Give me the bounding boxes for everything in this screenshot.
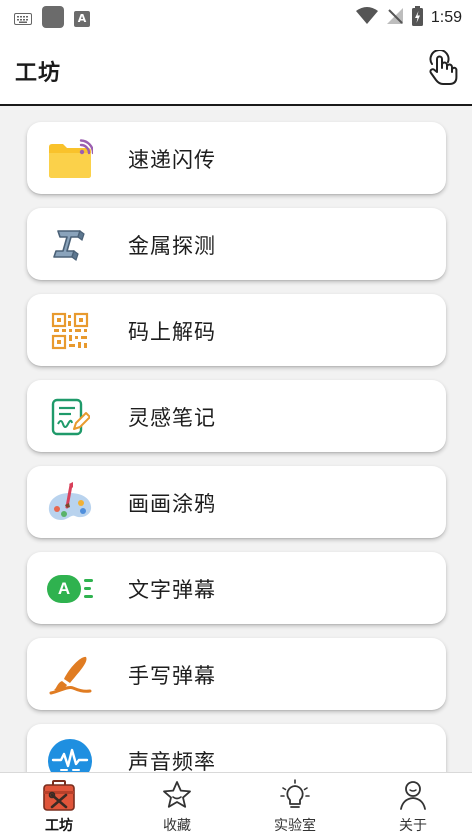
tool-label: 码上解码 (128, 320, 216, 344)
status-bar: A 1:59 (0, 0, 472, 34)
tool-label: 金属探测 (128, 234, 216, 258)
tool-card-handwriting-barrage[interactable]: 手写弹幕 (27, 638, 446, 710)
tool-card-text-barrage[interactable]: A 文字弹幕 (27, 552, 446, 624)
star-icon (161, 779, 193, 811)
nav-label: 收藏 (163, 818, 191, 834)
tool-card-doodle[interactable]: 画画涂鸦 (27, 466, 446, 538)
tool-label: 速递闪传 (128, 148, 216, 172)
tool-card-inspiration-notes[interactable]: 灵感笔记 (27, 380, 446, 452)
text-barrage-icon: A (47, 566, 93, 612)
battery-charging-icon (411, 6, 423, 30)
app-square-icon (42, 6, 64, 32)
page-title: 工坊 (15, 61, 62, 86)
no-signal-icon (386, 7, 404, 29)
lightbulb-icon (279, 779, 311, 811)
nav-item-workshop[interactable]: 工坊 (0, 773, 118, 839)
tool-card-sound-frequency[interactable]: 声音频率 (27, 724, 446, 772)
note-pen-icon (47, 394, 93, 440)
touch-hand-icon[interactable] (426, 49, 458, 86)
nav-label: 关于 (399, 818, 427, 834)
qr-code-icon (47, 308, 93, 354)
barrage-letter: A (47, 575, 81, 603)
tool-label: 画画涂鸦 (128, 492, 216, 516)
tool-label: 灵感笔记 (128, 406, 216, 430)
nav-item-about[interactable]: 关于 (354, 773, 472, 839)
wifi-icon (355, 7, 378, 29)
clock: 1:59 (430, 9, 462, 26)
nav-label: 实验室 (274, 818, 316, 834)
font-a-icon: A (74, 11, 90, 27)
bottom-nav: 工坊 收藏 实验室 关于 (0, 772, 472, 839)
folder-signal-icon (47, 136, 93, 182)
paint-palette-icon (47, 480, 93, 526)
steel-beam-icon (47, 222, 93, 268)
toolbox-icon (43, 779, 75, 811)
tool-list: 速递闪传 金属探测 码上解码 灵感笔记 画画涂鸦 A 文字弹幕 手写弹幕 声音频… (0, 108, 472, 772)
app-bar: 工坊 (0, 34, 472, 106)
tool-card-quick-transfer[interactable]: 速递闪传 (27, 122, 446, 194)
nav-label: 工坊 (45, 818, 73, 834)
tool-card-metal-detector[interactable]: 金属探测 (27, 208, 446, 280)
nav-item-favorites[interactable]: 收藏 (118, 773, 236, 839)
tool-label: 声音频率 (128, 750, 216, 772)
brush-stroke-icon (47, 652, 93, 698)
sound-wave-icon (47, 738, 93, 772)
tool-label: 手写弹幕 (128, 664, 216, 688)
nav-item-lab[interactable]: 实验室 (236, 773, 354, 839)
keyboard-icon (14, 10, 32, 29)
tool-label: 文字弹幕 (128, 578, 216, 602)
person-icon (397, 779, 429, 811)
tool-card-qr-decode[interactable]: 码上解码 (27, 294, 446, 366)
